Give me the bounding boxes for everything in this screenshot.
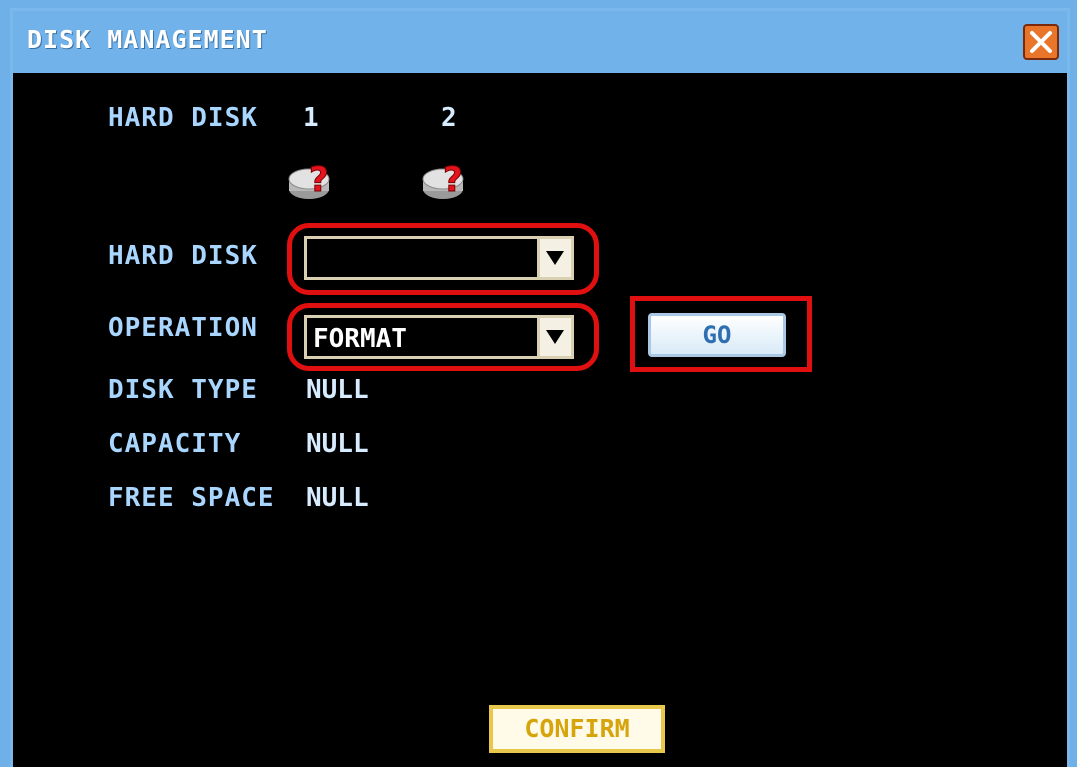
capacity-label: CAPACITY xyxy=(108,429,242,459)
hard-disk-select[interactable] xyxy=(304,236,574,280)
free-space-label: FREE SPACE xyxy=(108,483,275,513)
go-button[interactable]: GO xyxy=(648,313,786,357)
window-title: DISK MANAGEMENT xyxy=(27,25,268,54)
hard-disk-header-label: HARD DISK xyxy=(108,103,258,133)
capacity-value: NULL xyxy=(306,429,369,459)
chevron-down-icon xyxy=(546,330,564,344)
chevron-down-icon xyxy=(546,251,564,265)
title-bar: DISK MANAGEMENT xyxy=(13,11,1067,73)
svg-text:?: ? xyxy=(443,160,463,200)
disk-management-window: DISK MANAGEMENT HARD DISK 1 2 ? ? HARD D… xyxy=(10,8,1070,767)
hard-disk-label: HARD DISK xyxy=(108,241,258,271)
operation-select-value: FORMAT xyxy=(313,324,407,354)
disk-number-2: 2 xyxy=(441,103,457,133)
operation-select[interactable]: FORMAT xyxy=(304,315,574,359)
disk-number-1: 1 xyxy=(303,103,319,133)
operation-dropdown-button[interactable] xyxy=(537,318,571,356)
svg-text:?: ? xyxy=(309,160,329,200)
hard-disk-2-icon[interactable]: ? xyxy=(421,159,471,203)
hard-disk-dropdown-button[interactable] xyxy=(537,239,571,277)
confirm-button[interactable]: CONFIRM xyxy=(489,705,665,753)
hard-disk-1-icon[interactable]: ? xyxy=(287,159,337,203)
disk-type-value: NULL xyxy=(306,375,369,405)
disk-type-label: DISK TYPE xyxy=(108,375,258,405)
close-button[interactable] xyxy=(1023,24,1059,60)
free-space-value: NULL xyxy=(306,483,369,513)
close-icon xyxy=(1030,31,1052,53)
operation-label: OPERATION xyxy=(108,313,258,343)
